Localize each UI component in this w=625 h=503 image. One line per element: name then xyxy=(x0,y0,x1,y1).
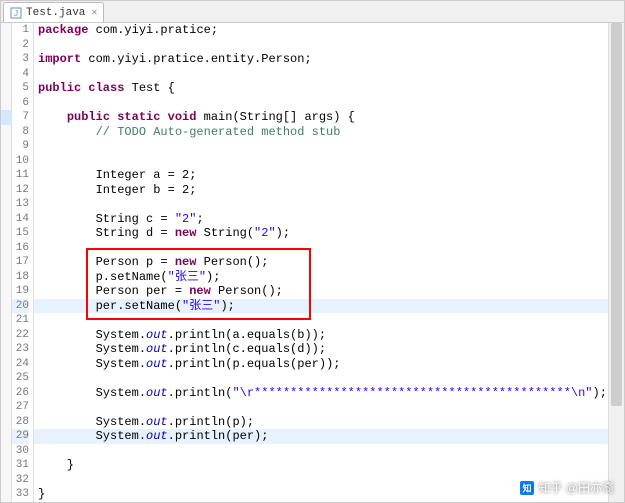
line-number: 4 xyxy=(12,67,29,82)
code-line[interactable]: System.out.println(per); xyxy=(34,429,624,444)
code-line[interactable] xyxy=(34,139,624,154)
code-line[interactable] xyxy=(34,313,624,328)
line-number: 32 xyxy=(12,473,29,488)
code-line[interactable]: String d = new String("2"); xyxy=(34,226,624,241)
code-line[interactable]: public class Test { xyxy=(34,81,624,96)
line-number: 21 xyxy=(12,313,29,328)
code-line[interactable]: Person per = new Person(); xyxy=(34,284,624,299)
line-number: 25 xyxy=(12,371,29,386)
line-number: 24 xyxy=(12,357,29,372)
vertical-scrollbar[interactable] xyxy=(608,23,624,502)
line-number: 28 xyxy=(12,415,29,430)
code-line[interactable]: System.out.println(p); xyxy=(34,415,624,430)
scroll-thumb[interactable] xyxy=(611,23,622,406)
code-line[interactable]: Integer b = 2; xyxy=(34,183,624,198)
svg-text:J: J xyxy=(14,9,18,18)
watermark-text: 知乎 @田亦裔 xyxy=(538,479,614,496)
line-number: 31 xyxy=(12,458,29,473)
line-number: 3 xyxy=(12,52,29,67)
line-number: 16 xyxy=(12,241,29,256)
code-line[interactable]: p.setName("张三"); xyxy=(34,270,624,285)
line-number: 27 xyxy=(12,400,29,415)
tab-filename: Test.java xyxy=(26,7,85,19)
line-number: 12 xyxy=(12,183,29,198)
line-number: 26 xyxy=(12,386,29,401)
code-line[interactable]: per.setName("张三"); xyxy=(34,299,624,314)
code-line[interactable] xyxy=(34,96,624,111)
svg-text:知: 知 xyxy=(522,482,532,493)
code-line[interactable] xyxy=(34,241,624,256)
line-number: 19 xyxy=(12,284,29,299)
line-number: 17 xyxy=(12,255,29,270)
line-number: 30 xyxy=(12,444,29,459)
line-number: 11 xyxy=(12,168,29,183)
code-line[interactable]: System.out.println(c.equals(d)); xyxy=(34,342,624,357)
code-line[interactable]: String c = "2"; xyxy=(34,212,624,227)
line-number: 20 xyxy=(12,299,29,314)
code-line[interactable]: Integer a = 2; xyxy=(34,168,624,183)
code-line[interactable]: System.out.println(p.equals(per)); xyxy=(34,357,624,372)
code-line[interactable]: System.out.println("\r******************… xyxy=(34,386,624,401)
java-file-icon: J xyxy=(10,7,22,19)
line-number: 6 xyxy=(12,96,29,111)
code-line[interactable] xyxy=(34,444,624,459)
code-line[interactable] xyxy=(34,400,624,415)
code-line[interactable] xyxy=(34,67,624,82)
editor-area: 1234567891011121314151617181920212223242… xyxy=(1,23,624,502)
code-line[interactable]: } xyxy=(34,458,624,473)
line-number: 8 xyxy=(12,125,29,140)
code-line[interactable] xyxy=(34,38,624,53)
line-number: 13 xyxy=(12,197,29,212)
code-line[interactable]: public static void main(String[] args) { xyxy=(34,110,624,125)
code-line[interactable]: System.out.println(a.equals(b)); xyxy=(34,328,624,343)
code-line[interactable]: import com.yiyi.pratice.entity.Person; xyxy=(34,52,624,67)
tab-bar: J Test.java ✕ xyxy=(1,1,624,23)
zhihu-icon: 知 xyxy=(520,481,534,495)
code-line[interactable] xyxy=(34,154,624,169)
line-number: 23 xyxy=(12,342,29,357)
code-line[interactable] xyxy=(34,197,624,212)
line-number: 9 xyxy=(12,139,29,154)
code-area[interactable]: package com.yiyi.pratice; import com.yiy… xyxy=(34,23,624,502)
line-number: 7 xyxy=(12,110,29,125)
line-number-gutter: 1234567891011121314151617181920212223242… xyxy=(12,23,34,502)
code-line[interactable]: Person p = new Person(); xyxy=(34,255,624,270)
code-line[interactable]: package com.yiyi.pratice; xyxy=(34,23,624,38)
code-line[interactable] xyxy=(34,371,624,386)
watermark: 知 知乎 @田亦裔 xyxy=(520,479,614,496)
close-icon[interactable]: ✕ xyxy=(91,7,97,19)
line-number: 29 xyxy=(12,429,29,444)
line-number: 14 xyxy=(12,212,29,227)
marker-bar xyxy=(1,23,12,502)
line-number: 5 xyxy=(12,81,29,96)
run-marker[interactable] xyxy=(1,110,12,125)
line-number: 1 xyxy=(12,23,29,38)
line-number: 10 xyxy=(12,154,29,169)
line-number: 33 xyxy=(12,487,29,502)
line-number: 2 xyxy=(12,38,29,53)
line-number: 18 xyxy=(12,270,29,285)
editor-tab[interactable]: J Test.java ✕ xyxy=(3,2,104,22)
line-number: 22 xyxy=(12,328,29,343)
line-number: 15 xyxy=(12,226,29,241)
code-line[interactable]: // TODO Auto-generated method stub xyxy=(34,125,624,140)
